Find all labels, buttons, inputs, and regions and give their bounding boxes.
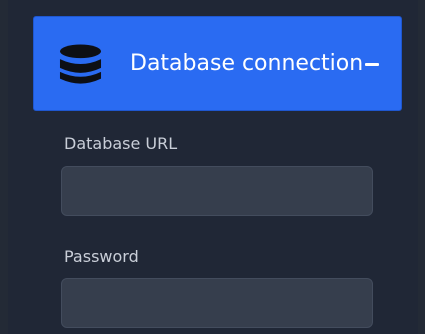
header-title: Database connection	[130, 51, 364, 76]
database-url-label: Database URL	[64, 134, 178, 153]
collapse-minus-icon[interactable]	[365, 63, 379, 66]
database-url-input[interactable]	[61, 166, 373, 216]
database-connection-header[interactable]: Database connection	[33, 16, 402, 111]
password-label: Password	[64, 247, 139, 266]
database-icon	[59, 44, 102, 84]
password-input[interactable]	[61, 278, 373, 328]
